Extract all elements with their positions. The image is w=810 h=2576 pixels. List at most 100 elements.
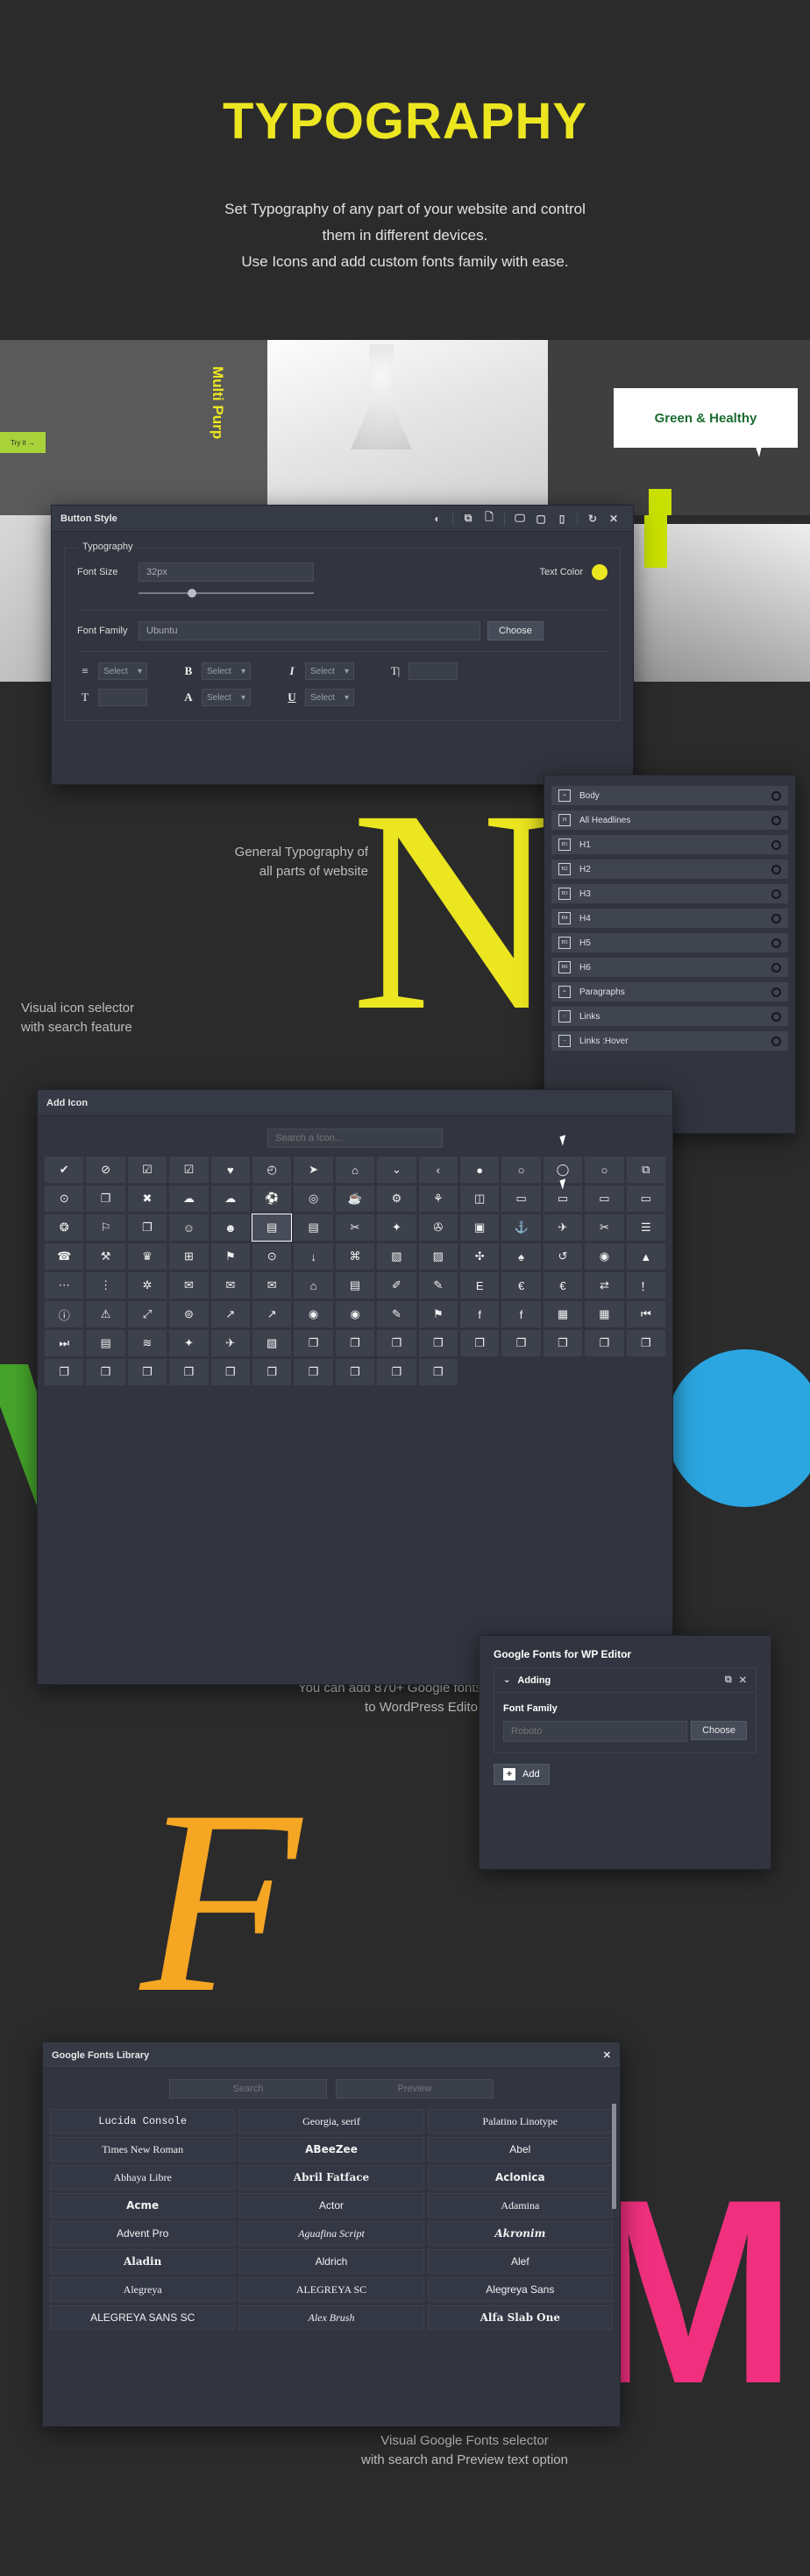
icon-cell[interactable]: ✖ bbox=[127, 1185, 167, 1212]
icon-cell[interactable]: ▤ bbox=[335, 1272, 375, 1299]
reset-icon[interactable]: ↻ bbox=[582, 509, 603, 528]
icon-cell[interactable]: ➤ bbox=[294, 1157, 333, 1183]
icon-cell[interactable]: ▤ bbox=[86, 1330, 125, 1356]
font-list-item[interactable]: Actor bbox=[238, 2193, 424, 2218]
icon-cell[interactable]: ☑ bbox=[127, 1157, 167, 1183]
typography-target-item[interactable]: H6 H6 bbox=[551, 958, 788, 977]
icon-cell[interactable]: ❐ bbox=[127, 1214, 167, 1241]
font-list-item[interactable]: Akronim bbox=[427, 2221, 613, 2246]
paste-icon[interactable]: 🗋 bbox=[479, 509, 500, 528]
duplicate-icon[interactable]: ⧉ bbox=[725, 1674, 732, 1686]
icon-cell[interactable]: ↗ bbox=[252, 1301, 292, 1327]
font-size-input[interactable]: 32px bbox=[139, 563, 314, 582]
icon-cell[interactable]: ❐ bbox=[418, 1359, 458, 1385]
icon-cell[interactable]: ☑ bbox=[169, 1157, 209, 1183]
font-list-item[interactable]: Advent Pro bbox=[50, 2221, 236, 2246]
settings-ring-icon[interactable] bbox=[771, 987, 781, 997]
font-list-item[interactable]: ALEGREYA SANS SC bbox=[50, 2305, 236, 2330]
icon-cell[interactable]: ✈ bbox=[543, 1214, 583, 1241]
icon-cell[interactable]: ❐ bbox=[501, 1330, 541, 1356]
close-icon[interactable]: ✕ bbox=[603, 509, 624, 528]
settings-ring-icon[interactable] bbox=[771, 790, 781, 801]
font-list-item[interactable]: ABeeZee bbox=[238, 2137, 424, 2162]
icon-cell[interactable]: ⚙ bbox=[377, 1185, 416, 1212]
typography-target-item[interactable]: – Links :Hover bbox=[551, 1031, 788, 1051]
font-list-item[interactable]: Acme bbox=[50, 2193, 236, 2218]
icon-cell[interactable]: ！ bbox=[626, 1272, 665, 1299]
search-input[interactable] bbox=[169, 2079, 327, 2098]
font-list-item[interactable]: Aguafina Script bbox=[238, 2221, 424, 2246]
icon-cell[interactable]: ⋯ bbox=[45, 1272, 84, 1299]
icon-cell[interactable]: ▭ bbox=[501, 1185, 541, 1212]
icon-cell[interactable]: ⊙ bbox=[45, 1185, 84, 1212]
icon-cell[interactable]: ◴ bbox=[252, 1157, 292, 1183]
icon-cell[interactable]: ☎ bbox=[45, 1243, 84, 1270]
font-style-select[interactable]: Select ▾ bbox=[305, 662, 354, 680]
icon-cell[interactable]: ⚑ bbox=[418, 1301, 458, 1327]
line-height-input[interactable] bbox=[409, 662, 458, 680]
icon-cell[interactable]: ☺ bbox=[169, 1214, 209, 1241]
icon-cell[interactable]: ≋ bbox=[127, 1330, 167, 1356]
slider-knob[interactable] bbox=[188, 589, 196, 598]
typography-target-item[interactable]: H All Headlines bbox=[551, 810, 788, 830]
icon-cell[interactable]: ‹ bbox=[418, 1157, 458, 1183]
icon-cell[interactable]: ⊙ bbox=[252, 1243, 292, 1270]
letter-spacing-input[interactable] bbox=[98, 689, 147, 706]
icon-cell[interactable]: ⚽ bbox=[252, 1185, 292, 1212]
choose-font-button[interactable]: Choose bbox=[487, 621, 544, 640]
slider-track[interactable] bbox=[139, 589, 314, 598]
choose-font-button[interactable]: Choose bbox=[691, 1721, 747, 1740]
icon-cell[interactable]: ▤ bbox=[251, 1214, 293, 1242]
icon-cell[interactable]: ☕ bbox=[335, 1185, 375, 1212]
font-list-item[interactable]: Adamina bbox=[427, 2193, 613, 2218]
font-family-input[interactable] bbox=[503, 1721, 688, 1742]
chevron-down-icon[interactable]: ⌄ bbox=[503, 1675, 510, 1685]
icon-cell[interactable]: ⊞ bbox=[169, 1243, 209, 1270]
icon-cell[interactable]: ⌘ bbox=[335, 1243, 375, 1270]
icon-cell[interactable]: ✉ bbox=[252, 1272, 292, 1299]
search-input[interactable] bbox=[267, 1129, 443, 1148]
icon-cell[interactable]: ❐ bbox=[169, 1359, 209, 1385]
settings-ring-icon[interactable] bbox=[771, 962, 781, 973]
icon-cell[interactable]: ❐ bbox=[294, 1330, 333, 1356]
font-list-item[interactable]: Palatino Linotype bbox=[427, 2109, 613, 2134]
icon-cell[interactable]: ✦ bbox=[377, 1214, 416, 1241]
icon-cell[interactable]: ❐ bbox=[86, 1359, 125, 1385]
typography-target-item[interactable]: H4 H4 bbox=[551, 909, 788, 928]
icon-cell[interactable]: ⏭ bbox=[45, 1330, 84, 1356]
icon-cell[interactable]: ✐ bbox=[377, 1272, 416, 1299]
icon-cell[interactable]: ✲ bbox=[127, 1272, 167, 1299]
typography-target-item[interactable]: ≡ Body bbox=[551, 786, 788, 805]
icon-cell[interactable]: ▭ bbox=[585, 1185, 624, 1212]
icon-cell[interactable]: ✂ bbox=[585, 1214, 624, 1241]
icon-cell[interactable]: ⚓ bbox=[501, 1214, 541, 1241]
icon-cell[interactable]: ⚐ bbox=[86, 1214, 125, 1241]
settings-ring-icon[interactable] bbox=[771, 1011, 781, 1022]
font-list-item[interactable]: Alegreya bbox=[50, 2277, 236, 2302]
icon-cell[interactable]: ⚠ bbox=[86, 1301, 125, 1327]
font-size-slider[interactable] bbox=[139, 587, 314, 599]
font-family-input[interactable]: Ubuntu bbox=[139, 621, 480, 640]
typography-target-item[interactable]: H5 H5 bbox=[551, 933, 788, 952]
icon-cell[interactable]: ◉ bbox=[294, 1301, 333, 1327]
font-list-item[interactable]: Alef bbox=[427, 2249, 613, 2274]
font-list-item[interactable]: Georgia, serif bbox=[238, 2109, 424, 2134]
icon-cell[interactable]: ↺ bbox=[543, 1243, 583, 1270]
font-list-item[interactable]: ALEGREYA SC bbox=[238, 2277, 424, 2302]
icon-cell[interactable]: f bbox=[460, 1301, 500, 1327]
settings-ring-icon[interactable] bbox=[771, 864, 781, 874]
settings-ring-icon[interactable] bbox=[771, 1036, 781, 1046]
icon-cell[interactable]: E bbox=[460, 1272, 500, 1299]
icon-cell[interactable]: ✉ bbox=[169, 1272, 209, 1299]
icon-cell[interactable]: ⚘ bbox=[418, 1185, 458, 1212]
icon-cell[interactable]: ❐ bbox=[127, 1359, 167, 1385]
icon-cell[interactable]: ❐ bbox=[626, 1330, 665, 1356]
icon-cell[interactable]: € bbox=[543, 1272, 583, 1299]
font-list-item[interactable]: Alex Brush bbox=[238, 2305, 424, 2330]
icon-cell[interactable]: ❐ bbox=[543, 1330, 583, 1356]
icon-cell[interactable]: ● bbox=[460, 1157, 500, 1183]
font-list-item[interactable]: Alegreya Sans bbox=[427, 2277, 613, 2302]
icon-cell[interactable]: ⚑ bbox=[210, 1243, 250, 1270]
icon-cell[interactable]: ⌂ bbox=[335, 1157, 375, 1183]
icon-cell[interactable]: ❐ bbox=[335, 1359, 375, 1385]
